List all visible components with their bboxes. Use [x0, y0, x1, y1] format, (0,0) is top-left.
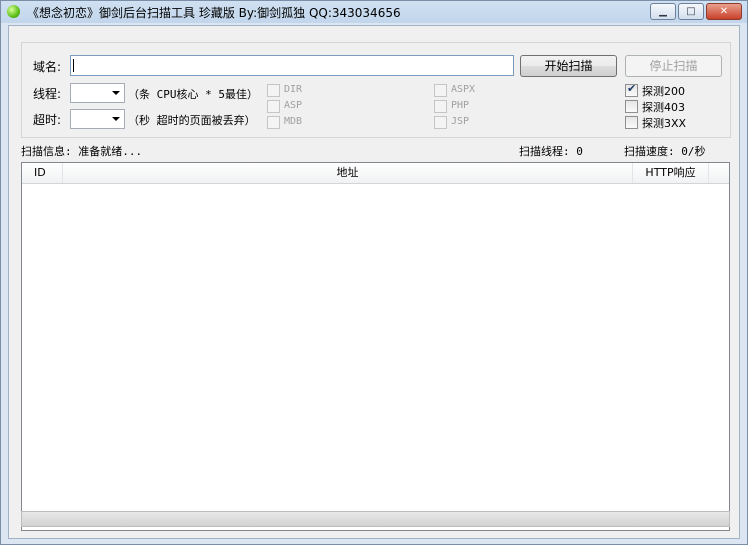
timeout-label: 超时:	[33, 113, 62, 127]
threads-label: 线程:	[33, 87, 62, 101]
probe-200-label: 探测200	[642, 85, 685, 98]
list-header: ID 地址 HTTP响应	[22, 163, 729, 184]
results-list[interactable]: ID 地址 HTTP响应	[21, 162, 730, 531]
maximize-button[interactable]: □	[678, 3, 704, 20]
php-checkbox-label: PHP	[451, 100, 470, 111]
asp-checkbox-label: ASP	[284, 100, 303, 111]
minimize-icon: ▁	[659, 6, 667, 17]
domain-input[interactable]	[70, 55, 514, 76]
dir-checkbox-label: DIR	[284, 84, 303, 95]
probe-3xx-checkbox[interactable]	[625, 116, 638, 129]
client-area: 域名: 开始扫描 停止扫描 线程: （条 CPU核心 * 5最佳） 超时: （秒…	[8, 25, 740, 539]
minimize-button[interactable]: ▁	[650, 3, 676, 20]
dir-checkbox[interactable]	[267, 84, 280, 97]
title-bar[interactable]: 《想念初恋》御剑后台扫描工具 珍藏版 By:御剑孤独 QQ:343034656 …	[1, 1, 747, 23]
asp-checkbox[interactable]	[267, 100, 280, 113]
scan-info-text: 扫描信息: 准备就绪...	[21, 145, 143, 158]
app-icon	[7, 5, 20, 18]
window-title: 《想念初恋》御剑后台扫描工具 珍藏版 By:御剑孤独 QQ:343034656	[27, 6, 401, 20]
threads-hint: （条 CPU核心 * 5最佳）	[128, 88, 258, 101]
start-scan-button[interactable]: 开始扫描	[520, 55, 617, 77]
mdb-checkbox-label: MDB	[284, 116, 303, 127]
probe-200-checkbox[interactable]: ✔	[625, 82, 638, 97]
probe-403-checkbox[interactable]	[625, 100, 638, 113]
threads-select[interactable]	[70, 83, 125, 103]
jsp-checkbox[interactable]	[434, 116, 447, 129]
mdb-checkbox[interactable]	[267, 116, 280, 129]
app-window: 《想念初恋》御剑后台扫描工具 珍藏版 By:御剑孤独 QQ:343034656 …	[0, 0, 748, 545]
chevron-down-icon	[112, 91, 120, 95]
checkmark-icon: ✔	[627, 82, 637, 95]
timeout-select[interactable]	[70, 109, 125, 129]
chevron-down-icon	[112, 117, 120, 121]
scan-threads-text: 扫描线程: 0	[519, 145, 583, 158]
settings-group: 域名: 开始扫描 停止扫描 线程: （条 CPU核心 * 5最佳） 超时: （秒…	[21, 42, 731, 138]
stop-scan-button[interactable]: 停止扫描	[625, 55, 722, 77]
probe-403-label: 探测403	[642, 101, 685, 114]
probe-3xx-label: 探测3XX	[642, 117, 687, 130]
aspx-checkbox[interactable]	[434, 84, 447, 97]
scan-speed-text: 扫描速度: 0/秒	[624, 145, 706, 158]
column-header-address[interactable]: 地址	[63, 163, 633, 183]
aspx-checkbox-label: ASPX	[451, 84, 476, 95]
maximize-icon: □	[686, 6, 696, 17]
column-header-http-response[interactable]: HTTP响应	[633, 163, 709, 183]
close-button[interactable]: ✕	[706, 3, 742, 20]
jsp-checkbox-label: JSP	[451, 116, 470, 127]
timeout-hint: （秒 超时的页面被丢弃）	[128, 114, 256, 127]
close-icon: ✕	[719, 6, 729, 17]
domain-label: 域名:	[33, 60, 62, 74]
progress-bar	[21, 511, 730, 527]
php-checkbox[interactable]	[434, 100, 447, 113]
column-header-id[interactable]: ID	[22, 163, 63, 183]
text-caret	[73, 59, 74, 72]
